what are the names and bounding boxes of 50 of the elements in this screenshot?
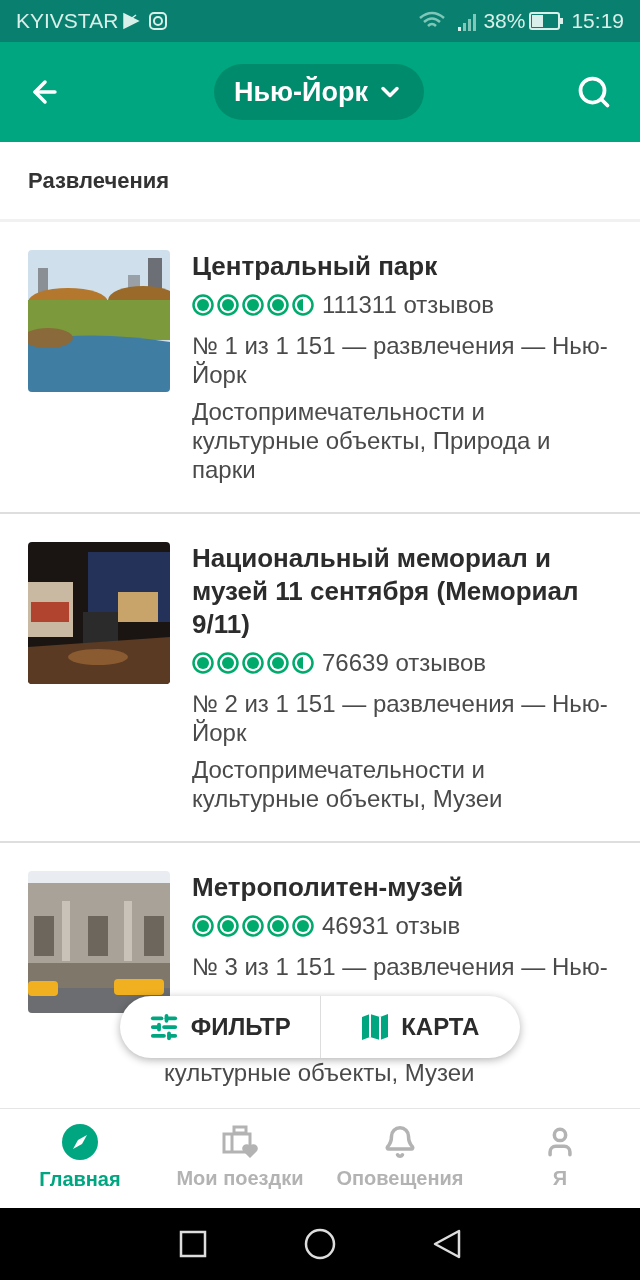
- review-count: 46931 отзыв: [322, 911, 461, 941]
- city-selector[interactable]: Нью-Йорк: [213, 64, 425, 120]
- battery-percent: 38%: [483, 8, 526, 35]
- play-icon: [122, 12, 141, 30]
- carrier-name: KYIVSTAR: [16, 8, 119, 35]
- map-button[interactable]: КАРТА: [320, 996, 520, 1058]
- compass-icon: [62, 1123, 98, 1160]
- attraction-name: Центральный парк: [192, 250, 439, 283]
- attraction-name: Метрополитен-музей: [192, 871, 465, 904]
- rating-bubble-icon: [267, 915, 289, 937]
- rating-bubble-icon: [267, 652, 289, 674]
- rating-bubble-icon: [192, 652, 214, 674]
- nav-tab[interactable]: Я: [480, 1109, 640, 1208]
- review-count: 111311 отзывов: [322, 290, 495, 320]
- bell-icon: [383, 1124, 417, 1159]
- category-text: культурные объекты, Музеи: [163, 1058, 476, 1087]
- ranking-text: № 3 из 1 151 — развлечения — Нью-: [192, 952, 608, 981]
- sliders-icon: [148, 1012, 179, 1042]
- rating-bubble-icon: [217, 915, 239, 937]
- nav-tab[interactable]: Оповещения: [320, 1109, 480, 1208]
- clock: 15:19: [571, 8, 624, 35]
- back-triangle-icon: [433, 1229, 462, 1259]
- suitcase-heart-icon: [222, 1124, 258, 1159]
- rating-bubble-icon: [217, 652, 239, 674]
- battery-icon: [529, 12, 564, 30]
- category-text: Достопримечательности и культурные объекты, Музеи: [192, 755, 504, 813]
- category-text: Достопримечательности и культурные объекты, Природа и парки: [192, 397, 552, 484]
- rating-bubble-icon: [242, 915, 264, 937]
- camera-icon: [148, 11, 169, 31]
- rating-bubble-icon: [267, 294, 289, 316]
- map-icon: [361, 1013, 390, 1041]
- ranking-text: № 1 из 1 151 — развлечения — Нью-Йорк: [192, 331, 609, 389]
- attraction-name: Национальный мемориал и музей 11 сентября (Мемориал 9/11): [192, 542, 580, 641]
- rating-bubble-icon: [242, 652, 264, 674]
- nav-tab[interactable]: Мои поездки: [160, 1109, 320, 1208]
- rating-bubble-icon: [217, 294, 239, 316]
- circle-icon: [304, 1228, 336, 1260]
- search-button[interactable]: [576, 74, 612, 110]
- rating-bubble-icon: [292, 915, 314, 937]
- square-icon: [178, 1230, 207, 1258]
- section-title: Развлечения: [28, 167, 170, 195]
- ranking-text: № 2 из 1 151 — развлечения — Нью-Йорк: [192, 689, 609, 747]
- rating-bubble-icon: [292, 652, 314, 674]
- rating-bubble-icon: [192, 915, 214, 937]
- rating-bubble-icon: [242, 294, 264, 316]
- filter-button[interactable]: ФИЛЬТР: [120, 996, 321, 1058]
- rating-bubble-icon: [192, 294, 214, 316]
- nav-tab[interactable]: Главная: [0, 1109, 160, 1208]
- rating-bubble-icon: [292, 294, 314, 316]
- review-count: 76639 отзывов: [322, 648, 487, 678]
